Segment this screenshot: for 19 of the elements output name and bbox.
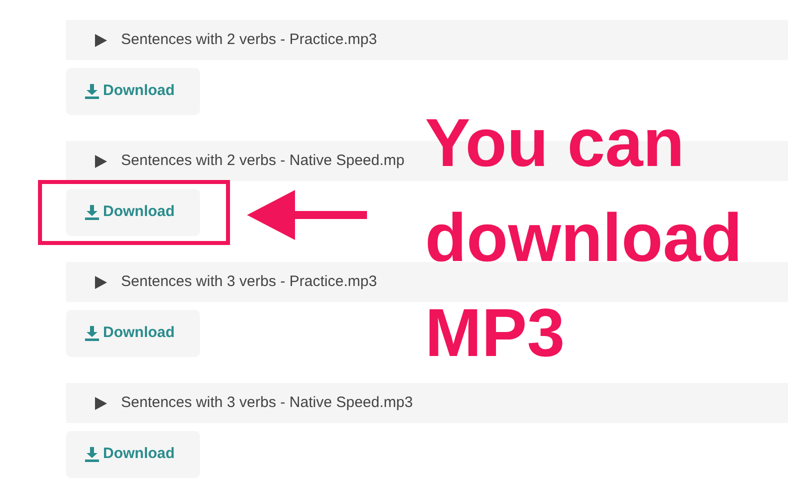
track-title: Sentences with 2 verbs - Practice.mp3 <box>121 30 377 50</box>
download-button[interactable]: Download <box>66 68 200 115</box>
track-title: Sentences with 2 verbs - Native Speed.mp <box>121 150 404 171</box>
download-icon <box>85 205 99 220</box>
play-icon[interactable] <box>95 34 107 46</box>
track-title: Sentences with 3 verbs - Native Speed.mp3 <box>121 392 413 413</box>
download-button[interactable]: Download <box>66 431 200 478</box>
download-icon <box>85 84 99 99</box>
play-icon[interactable] <box>95 154 107 168</box>
play-icon[interactable] <box>95 396 107 410</box>
annotation-text: download <box>425 199 742 278</box>
download-button[interactable]: Download <box>66 310 200 357</box>
download-icon <box>85 447 99 462</box>
download-icon <box>85 326 99 341</box>
track-title: Sentences with 3 verbs - Practice.mp3 <box>121 272 377 292</box>
annotation-text: You can <box>425 104 686 183</box>
play-icon[interactable] <box>95 276 107 288</box>
annotation-text: MP3 <box>425 294 566 373</box>
download-button[interactable]: Download <box>66 189 200 236</box>
